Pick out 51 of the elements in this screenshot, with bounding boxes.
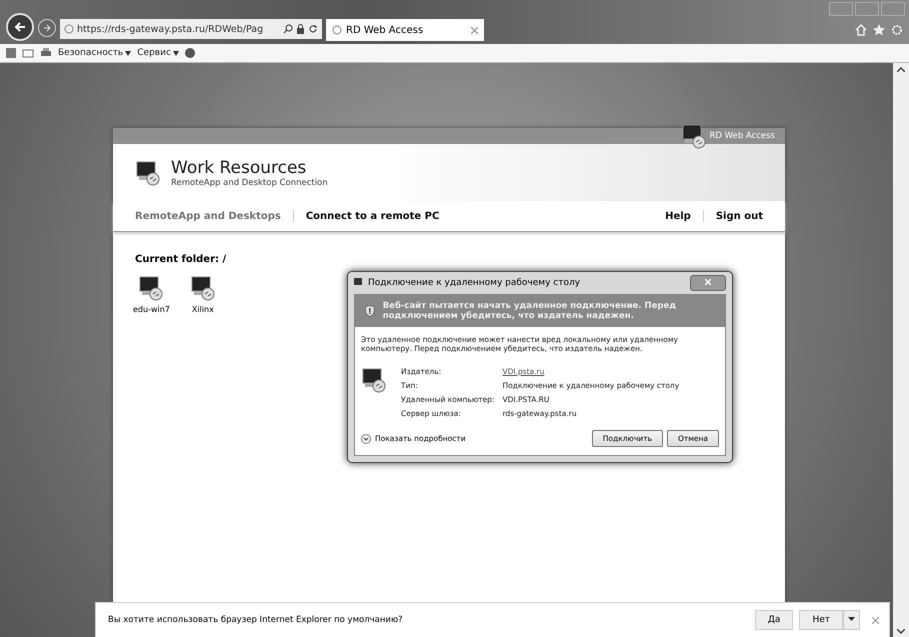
monitor-icon: [361, 367, 387, 393]
page-subtitle: RemoteApp and Desktop Connection: [171, 178, 328, 188]
home-icon[interactable]: [855, 24, 867, 36]
mail-icon[interactable]: [22, 48, 34, 58]
address-bar[interactable]: https://rds-gateway.psta.ru/RDWeb/Pag: [60, 19, 322, 39]
lock-icon: [296, 24, 305, 34]
page-title: Work Resources: [171, 158, 308, 178]
notification-button[interactable]: Да: [754, 610, 794, 630]
warning-text: Веб-сайт пытается начать удаленное подключение. Перед подключением убедитесь, что издатель надежен.: [382, 301, 678, 321]
url-text: https://rds-gateway.psta.ru/RDWeb/Pag: [77, 24, 264, 34]
desktop-icon: [190, 275, 216, 301]
notification-text: Вы хотите использовать браузер Internet Explorer по умолчанию?: [108, 615, 403, 625]
caret-icon: [125, 50, 132, 56]
folder-label: Current folder: /: [135, 254, 228, 265]
printer-icon[interactable]: [40, 48, 52, 58]
refresh-icon[interactable]: [308, 24, 318, 34]
menu-item[interactable]: Безопасность: [58, 48, 132, 58]
app-label[interactable]: edu-win7: [133, 305, 170, 314]
dropdown-button[interactable]: [843, 610, 860, 630]
close-button[interactable]: [690, 275, 726, 291]
caret-icon: [848, 615, 855, 622]
scroll-down-icon[interactable]: [897, 629, 905, 634]
arrow-icon: [43, 24, 51, 32]
desktop-icon: [138, 275, 164, 301]
top-bar-title: RD Web Access: [710, 131, 775, 141]
app-label[interactable]: Xilinx: [192, 305, 214, 314]
scroll-up-icon[interactable]: [897, 67, 905, 72]
nav-link[interactable]: Sign out: [716, 210, 763, 222]
arrow-icon: [14, 21, 26, 33]
scrollbar[interactable]: [893, 63, 909, 637]
globe-icon: [64, 24, 74, 34]
settings-icon[interactable]: [891, 24, 903, 36]
close-icon[interactable]: [471, 26, 478, 34]
back-button[interactable]: [6, 13, 34, 41]
nav-tab[interactable]: Connect to a remote PC: [306, 210, 440, 222]
close-icon: [705, 279, 711, 285]
star-icon[interactable]: [873, 24, 885, 36]
notification-button[interactable]: Нет: [799, 610, 843, 630]
menu-item[interactable]: Сервис: [137, 48, 179, 58]
nav-link[interactable]: Help: [665, 210, 691, 222]
dialog-title: Подключение к удаленному рабочему столу: [368, 278, 580, 288]
forward-button[interactable]: [38, 19, 56, 37]
globe-icon: [332, 25, 342, 35]
monitor-icon: [135, 160, 161, 186]
monitor-icon: [354, 278, 364, 288]
close-icon[interactable]: [872, 616, 879, 624]
expand-icon[interactable]: [361, 434, 371, 444]
browser-tab[interactable]: RD Web Access: [326, 19, 484, 41]
search-icon[interactable]: [283, 24, 293, 34]
caret-icon: [172, 50, 179, 56]
nav-tab[interactable]: RemoteApp and Desktops: [135, 210, 281, 222]
